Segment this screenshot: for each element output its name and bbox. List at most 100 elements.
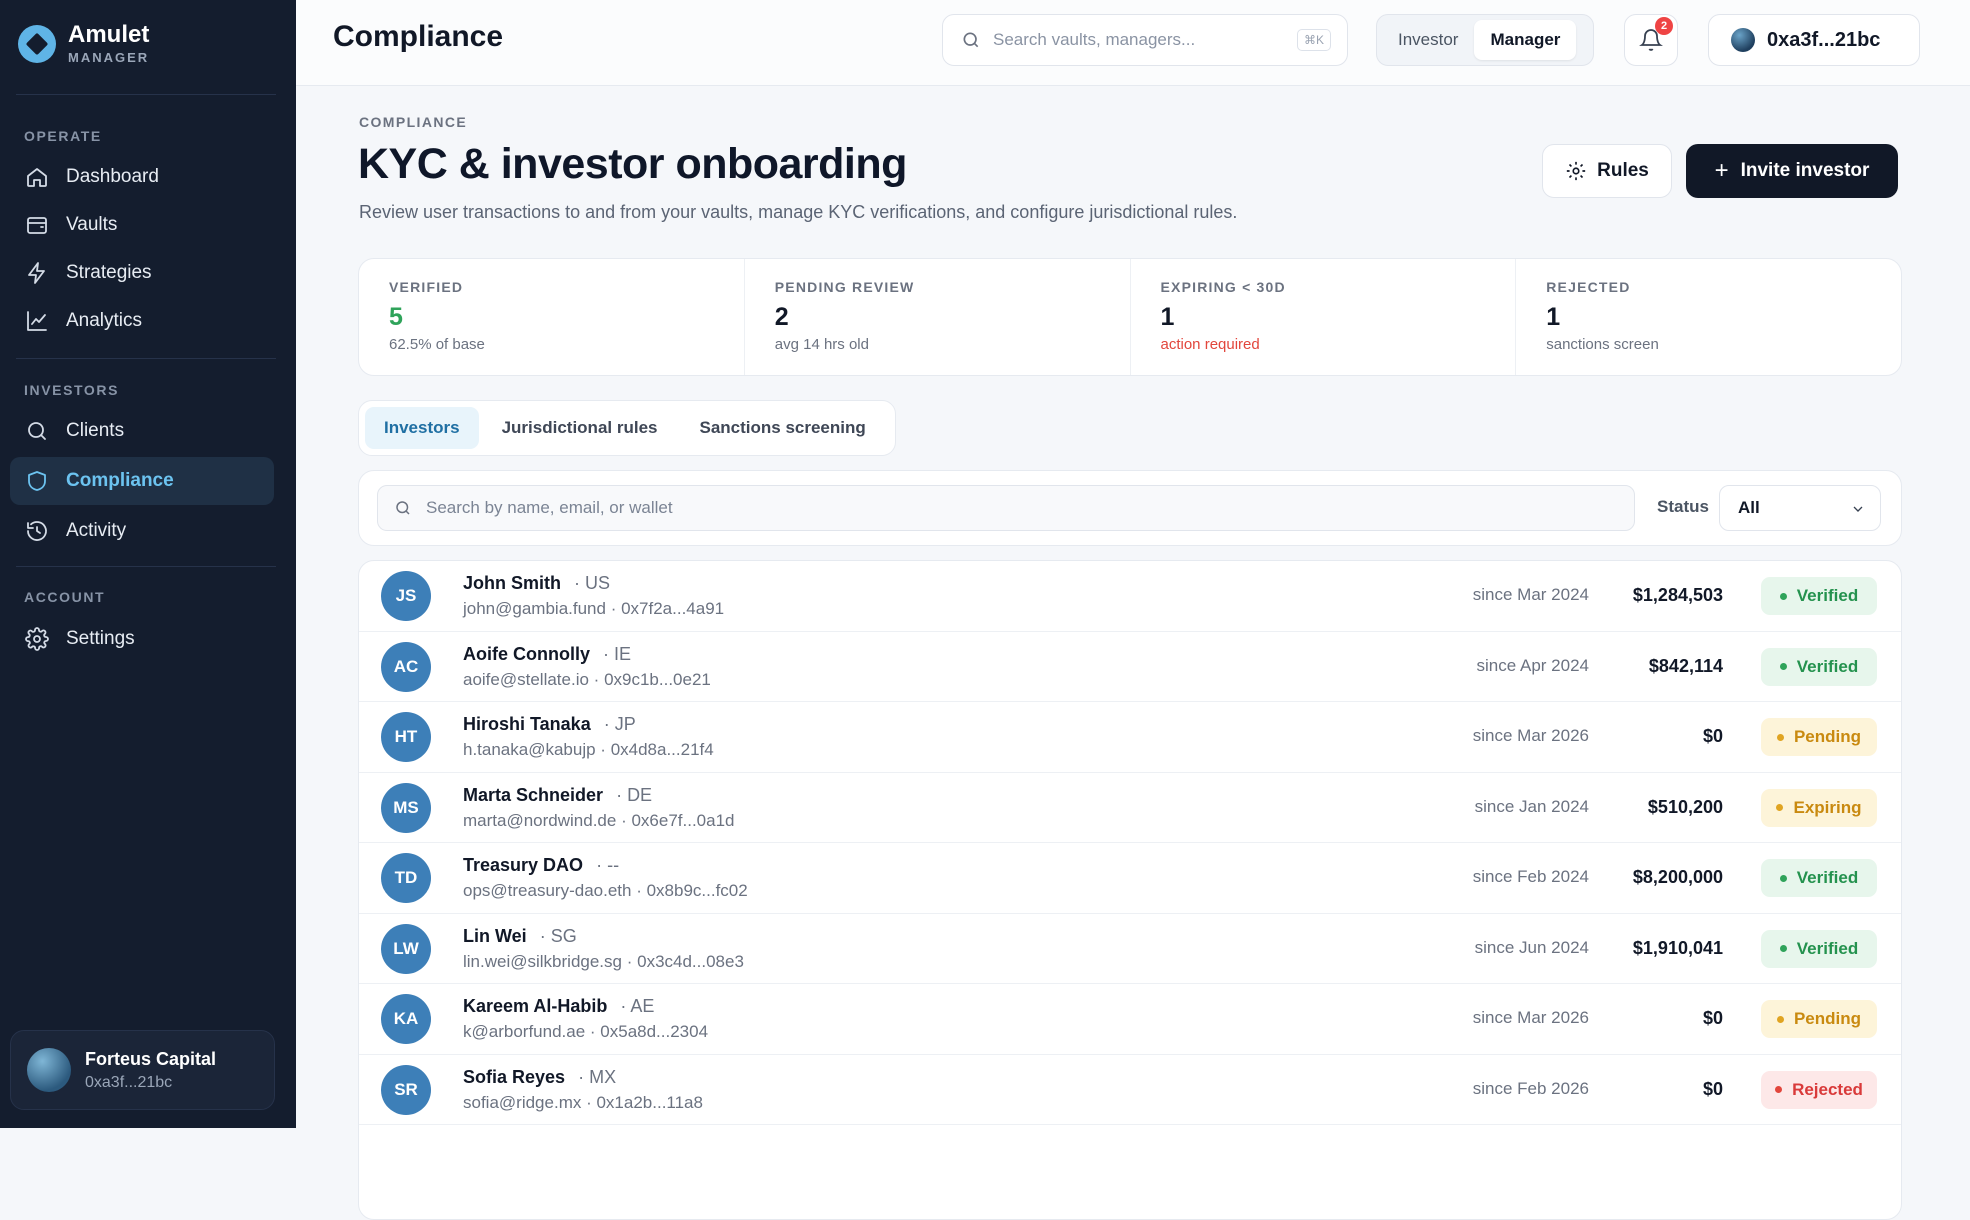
- investor-name: Hiroshi Tanaka: [463, 714, 591, 734]
- stat-verified: VERIFIED 5 62.5% of base: [359, 259, 745, 375]
- role-manager-button[interactable]: Manager: [1474, 20, 1576, 60]
- investor-contact: h.tanaka@kabujp · 0x4d8a...21f4: [463, 740, 714, 760]
- status-dot-icon: [1777, 1016, 1784, 1023]
- status-label: Rejected: [1792, 1080, 1863, 1100]
- investor-country: · IE: [603, 644, 631, 664]
- wallet-button[interactable]: 0xa3f...21bc: [1708, 14, 1920, 66]
- sidebar-item-dashboard[interactable]: Dashboard: [10, 153, 274, 201]
- breadcrumb: COMPLIANCE: [359, 114, 467, 130]
- investor-row[interactable]: AC Aoife Connolly · IE aoife@stellate.io…: [359, 632, 1901, 703]
- sidebar: Amulet MANAGER OPERATE Dashboard Vaults …: [0, 0, 296, 1128]
- investor-avatar: KA: [381, 994, 431, 1044]
- investor-row[interactable]: TD Treasury DAO · -- ops@treasury-dao.et…: [359, 843, 1901, 914]
- tab-investors[interactable]: Investors: [365, 407, 479, 449]
- investor-search-input[interactable]: Search by name, email, or wallet: [377, 485, 1635, 531]
- investor-avatar: JS: [381, 571, 431, 621]
- sidebar-item-strategies[interactable]: Strategies: [10, 249, 274, 297]
- status-label: Verified: [1797, 868, 1858, 888]
- org-name: Forteus Capital: [85, 1049, 216, 1070]
- topbar: Compliance Search vaults, managers... ⌘K…: [296, 0, 1970, 86]
- invite-investor-button[interactable]: + Invite investor: [1686, 144, 1898, 198]
- status-dot-icon: [1780, 945, 1787, 952]
- investor-wallet: 0x1a2b...11a8: [596, 1093, 703, 1112]
- investor-email: k@arborfund.ae: [463, 1022, 585, 1041]
- sidebar-item-label: Analytics: [66, 310, 142, 332]
- rules-button[interactable]: Rules: [1542, 144, 1672, 198]
- tab-jurisdictional-rules[interactable]: Jurisdictional rules: [483, 407, 677, 449]
- investor-name: Aoife Connolly: [463, 644, 590, 664]
- main-content: COMPLIANCE KYC & investor onboarding Rev…: [296, 86, 1970, 1128]
- investor-email: sofia@ridge.mx: [463, 1093, 581, 1112]
- investor-row[interactable]: KA Kareem Al-Habib · AE k@arborfund.ae ·…: [359, 984, 1901, 1055]
- status-badge: Pending: [1761, 718, 1877, 756]
- status-badge: Expiring: [1761, 789, 1877, 827]
- investor-country: · AE: [620, 996, 654, 1016]
- investor-row[interactable]: HT Hiroshi Tanaka · JP h.tanaka@kabujp ·…: [359, 702, 1901, 773]
- search-placeholder: Search vaults, managers...: [993, 30, 1195, 50]
- status-dot-icon: [1780, 663, 1787, 670]
- status-dot-icon: [1780, 875, 1787, 882]
- investor-avatar: SR: [381, 1065, 431, 1115]
- investor-country: · --: [596, 855, 619, 875]
- status-dot-icon: [1780, 593, 1787, 600]
- stat-value: 1: [1546, 303, 1901, 332]
- stat-note: avg 14 hrs old: [775, 336, 1130, 353]
- org-switcher[interactable]: Forteus Capital 0xa3f...21bc: [10, 1030, 275, 1110]
- rules-button-label: Rules: [1597, 160, 1649, 182]
- investor-row[interactable]: MS Marta Schneider · DE marta@nordwind.d…: [359, 773, 1901, 844]
- notifications-button[interactable]: 2: [1624, 14, 1678, 66]
- stat-value: 5: [389, 303, 744, 332]
- investor-name-line: Lin Wei · SG: [463, 926, 577, 947]
- country-code: AE: [630, 996, 654, 1016]
- country-code: JP: [615, 714, 636, 734]
- role-investor-button[interactable]: Investor: [1382, 20, 1474, 60]
- investor-wallet: 0x9c1b...0e21: [604, 670, 711, 689]
- investor-email: john@gambia.fund: [463, 599, 606, 618]
- sidebar-item-label: Compliance: [66, 470, 174, 492]
- status-filter-select[interactable]: All: [1719, 485, 1881, 531]
- sidebar-item-vaults[interactable]: Vaults: [10, 201, 274, 249]
- country-code: DE: [627, 785, 652, 805]
- status-filter-value: All: [1738, 498, 1760, 518]
- org-wallet: 0xa3f...21bc: [85, 1074, 216, 1092]
- investor-name-line: John Smith · US: [463, 573, 610, 594]
- sidebar-divider: [16, 566, 276, 567]
- sidebar-divider: [16, 358, 276, 359]
- stats-panel: VERIFIED 5 62.5% of base PENDING REVIEW …: [358, 258, 1902, 376]
- sidebar-item-activity[interactable]: Activity: [10, 507, 274, 555]
- investor-row[interactable]: JS John Smith · US john@gambia.fund · 0x…: [359, 561, 1901, 632]
- investor-wallet: 0x6e7f...0a1d: [631, 811, 734, 830]
- sidebar-item-clients[interactable]: Clients: [10, 407, 274, 455]
- investor-since: since Mar 2024: [1473, 585, 1589, 605]
- sidebar-item-settings[interactable]: Settings: [10, 615, 274, 663]
- wallet-icon: [24, 212, 50, 238]
- role-toggle: Investor Manager: [1376, 14, 1594, 66]
- amulet-logo-icon: [18, 25, 56, 63]
- page-title: KYC & investor onboarding: [358, 140, 907, 189]
- investor-name-line: Treasury DAO · --: [463, 855, 619, 876]
- investor-name-line: Hiroshi Tanaka · JP: [463, 714, 636, 735]
- status-badge: Pending: [1761, 1000, 1877, 1038]
- investor-amount: $0: [1703, 726, 1723, 747]
- status-label: Verified: [1797, 586, 1858, 606]
- investor-email: h.tanaka@kabujp: [463, 740, 596, 759]
- tab-sanctions-screening[interactable]: Sanctions screening: [680, 407, 884, 449]
- brand[interactable]: Amulet MANAGER: [18, 22, 149, 65]
- tabs: Investors Jurisdictional rules Sanctions…: [358, 400, 896, 456]
- investor-wallet: 0x4d8a...21f4: [611, 740, 714, 759]
- filter-bar: Search by name, email, or wallet Status …: [358, 470, 1902, 546]
- page-subtitle: Review user transactions to and from you…: [359, 202, 1237, 223]
- status-filter-label: Status: [1657, 497, 1709, 517]
- status-label: Verified: [1797, 657, 1858, 677]
- sidebar-item-compliance[interactable]: Compliance: [10, 457, 274, 505]
- global-search-input[interactable]: Search vaults, managers... ⌘K: [942, 14, 1348, 66]
- investor-contact: marta@nordwind.de · 0x6e7f...0a1d: [463, 811, 734, 831]
- investor-avatar: HT: [381, 712, 431, 762]
- investor-contact: lin.wei@silkbridge.sg · 0x3c4d...08e3: [463, 952, 744, 972]
- investor-name-line: Marta Schneider · DE: [463, 785, 652, 806]
- investor-row[interactable]: SR Sofia Reyes · MX sofia@ridge.mx · 0x1…: [359, 1055, 1901, 1126]
- lightning-icon: [24, 260, 50, 286]
- section-investors: INVESTORS: [24, 382, 119, 398]
- investor-row[interactable]: LW Lin Wei · SG lin.wei@silkbridge.sg · …: [359, 914, 1901, 985]
- sidebar-item-analytics[interactable]: Analytics: [10, 297, 274, 345]
